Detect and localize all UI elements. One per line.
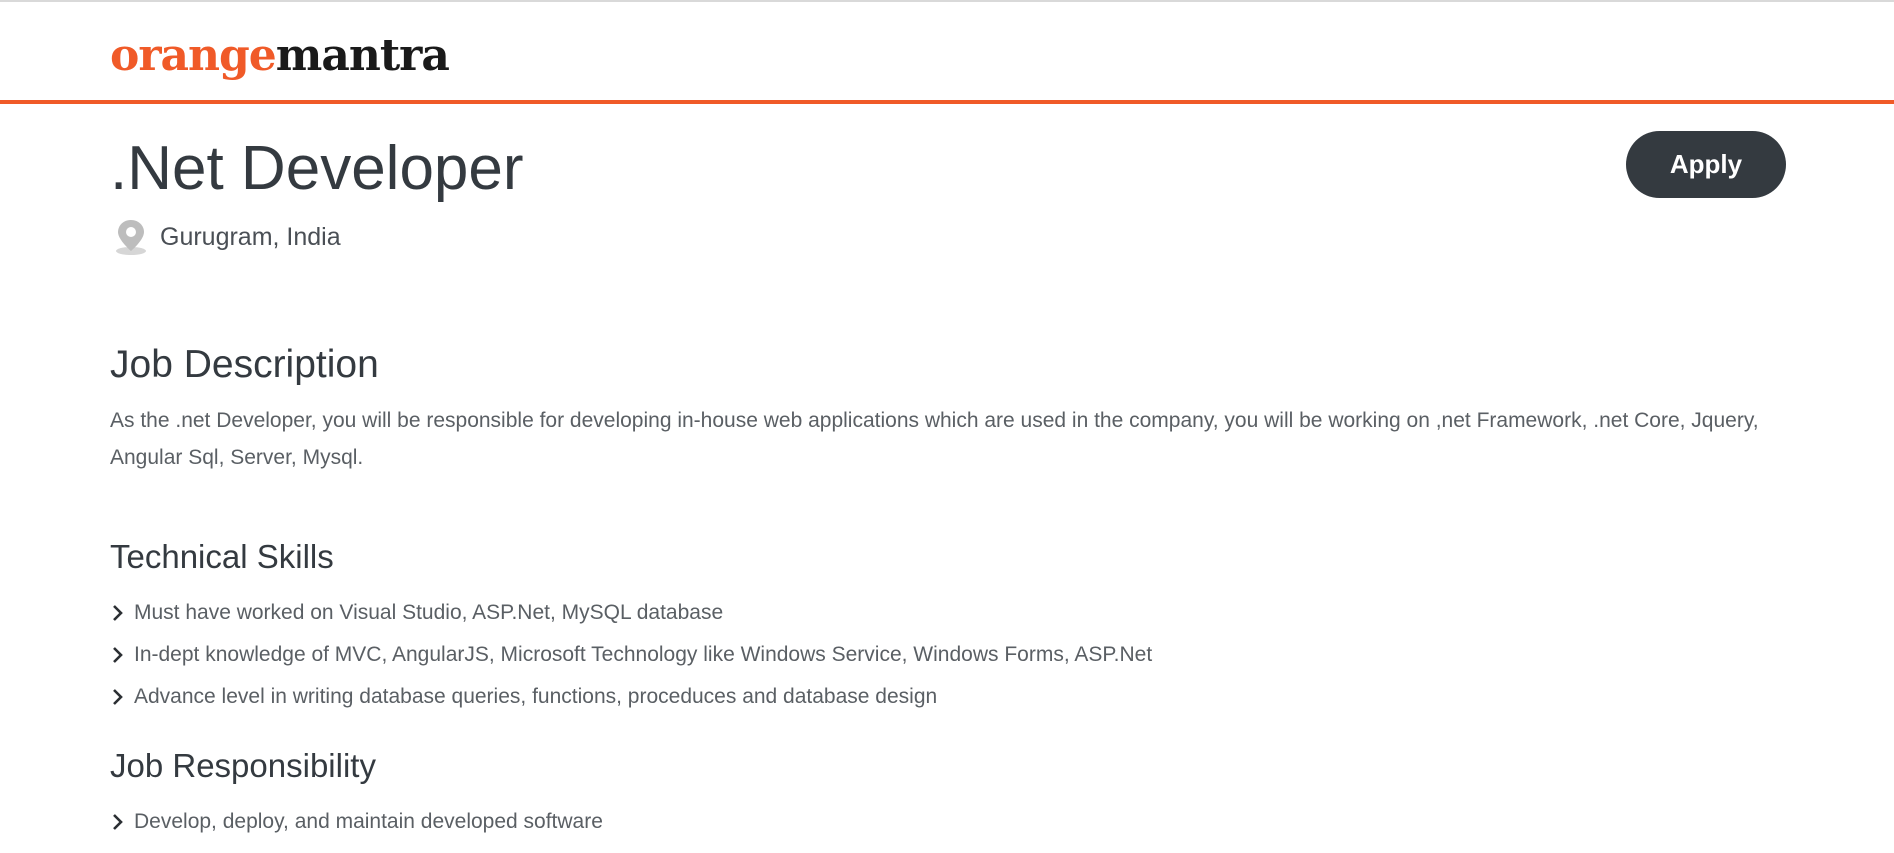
list-item-text: Develop, deploy, and maintain developed … [134, 810, 603, 833]
brand-logo[interactable]: orangemantra [110, 26, 450, 86]
logo-mantra-text: mantra [275, 30, 450, 81]
job-title: .Net Developer [110, 134, 524, 203]
chevron-right-icon [113, 814, 123, 830]
list-item: Must have worked on Visual Studio, ASP.N… [110, 592, 1152, 634]
chevron-right-icon [113, 605, 123, 621]
list-item: In-dept knowledge of MVC, AngularJS, Mic… [110, 634, 1152, 676]
chevron-right-icon [113, 647, 123, 663]
technical-skills-list: Must have worked on Visual Studio, ASP.N… [110, 592, 1152, 718]
apply-button[interactable]: Apply [1626, 131, 1786, 198]
list-item-text: Advance level in writing database querie… [134, 685, 938, 708]
job-responsibility-list: Develop, deploy, and maintain developed … [110, 801, 603, 843]
list-item: Advance level in writing database querie… [110, 676, 1152, 718]
map-pin-icon [116, 220, 146, 255]
job-location: Gurugram, India [114, 218, 341, 256]
logo-orange-text: orange [110, 30, 277, 81]
site-header: orangemantra [0, 2, 1894, 104]
list-item-text: Must have worked on Visual Studio, ASP.N… [134, 601, 724, 624]
location-text: Gurugram, India [160, 222, 341, 251]
job-description-heading: Job Description [110, 343, 379, 386]
chevron-right-icon [113, 689, 123, 705]
job-responsibility-heading: Job Responsibility [110, 747, 376, 784]
job-description-text: As the .net Developer, you will be respo… [110, 409, 1759, 469]
technical-skills-heading: Technical Skills [110, 538, 334, 575]
list-item: Develop, deploy, and maintain developed … [110, 801, 603, 843]
list-item-text: In-dept knowledge of MVC, AngularJS, Mic… [134, 643, 1153, 666]
